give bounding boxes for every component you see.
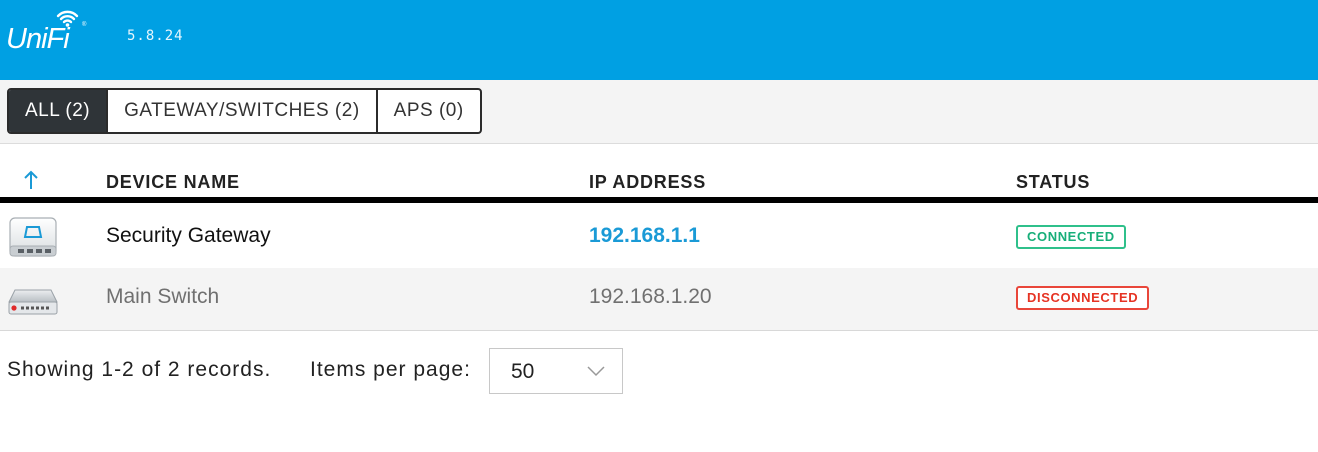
items-per-page-label: Items per page: <box>310 358 471 381</box>
device-ip: 192.168.1.20 <box>589 285 712 308</box>
pagination-footer: Showing 1-2 of 2 records. Items per page… <box>0 332 1318 452</box>
security-gateway-device-icon <box>9 217 57 257</box>
device-name[interactable]: Main Switch <box>106 285 219 309</box>
svg-text:®: ® <box>82 21 87 28</box>
app-version: 5.8.24 <box>127 28 184 44</box>
switch-device-icon <box>8 289 58 315</box>
filter-tabs: ALL (2) GATEWAY/SWITCHES (2) APS (0) <box>7 88 482 134</box>
chevron-down-icon <box>587 366 605 377</box>
table-row[interactable]: Main Switch 192.168.1.20 DISCONNECTED <box>0 268 1318 331</box>
app-header: UniFi ® 5.8.24 <box>0 0 1318 80</box>
filter-tabbar: ALL (2) GATEWAY/SWITCHES (2) APS (0) <box>0 80 1318 144</box>
svg-text:UniFi: UniFi <box>6 23 71 54</box>
tab-gateway-switches[interactable]: GATEWAY/SWITCHES (2) <box>108 90 378 132</box>
column-header-ip-address[interactable]: IP ADDRESS <box>589 172 706 193</box>
device-ip-link[interactable]: 192.168.1.1 <box>589 224 700 248</box>
status-badge-disconnected: DISCONNECTED <box>1016 286 1150 310</box>
items-per-page-value: 50 <box>511 360 535 383</box>
items-per-page-select[interactable]: 50 <box>489 348 623 394</box>
table-header: DEVICE NAME IP ADDRESS STATUS <box>0 145 1318 203</box>
unifi-logo: UniFi ® <box>6 10 87 54</box>
records-summary: Showing 1-2 of 2 records. <box>7 358 272 381</box>
table-row[interactable]: Security Gateway 192.168.1.1 CONNECTED <box>0 207 1318 269</box>
column-header-device-name[interactable]: DEVICE NAME <box>106 172 240 193</box>
column-header-status[interactable]: STATUS <box>1016 172 1090 193</box>
tab-aps[interactable]: APS (0) <box>378 90 480 132</box>
device-name[interactable]: Security Gateway <box>106 224 271 248</box>
arrow-up-icon[interactable] <box>22 169 40 193</box>
tab-all[interactable]: ALL (2) <box>9 90 109 132</box>
status-badge-connected: CONNECTED <box>1016 225 1126 249</box>
